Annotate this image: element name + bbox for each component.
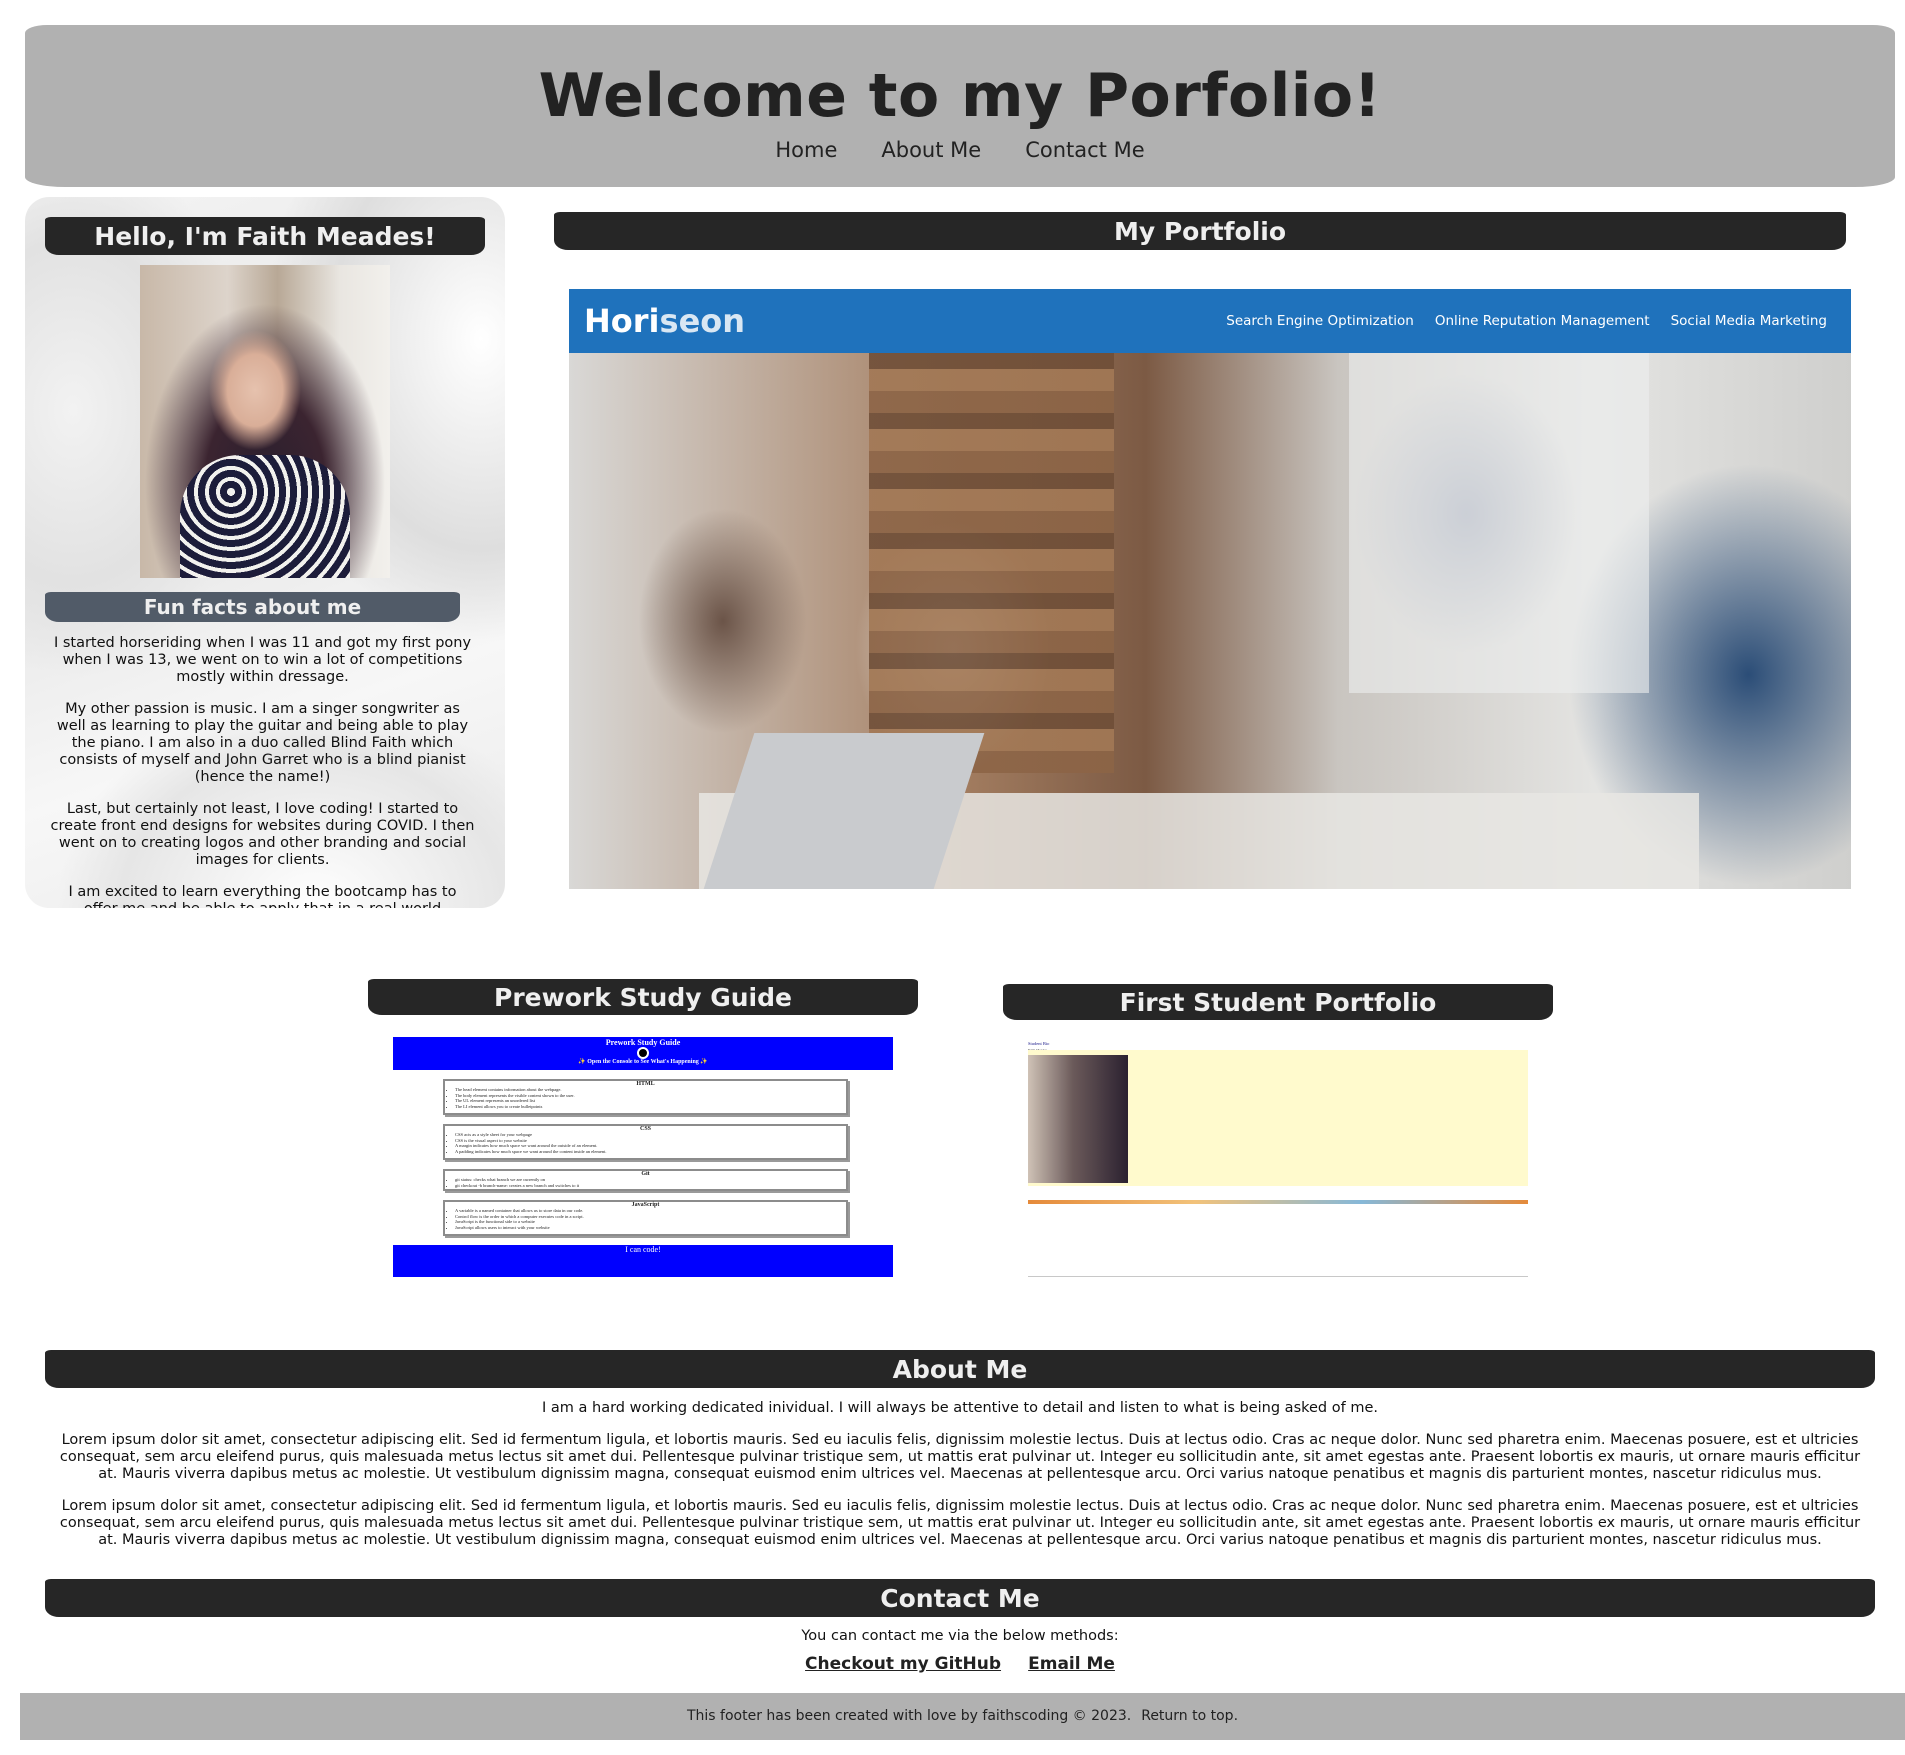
return-to-top-link[interactable]: Return to top.	[1141, 1708, 1238, 1724]
horiseon-nav: Search Engine Optimization Online Reputa…	[1226, 313, 1827, 329]
horiseon-nav-item: Social Media Marketing	[1670, 313, 1827, 329]
prework-section-css: CSS CSS acts as a style sheet for your w…	[443, 1124, 848, 1160]
horiseon-logo: Horiseon	[584, 302, 745, 340]
horiseon-logo-part: seon	[659, 302, 746, 340]
horiseon-nav-item: Online Reputation Management	[1434, 313, 1650, 329]
student-portfolio-screenshot[interactable]: Student Bio Faith Meades	[1028, 1040, 1528, 1278]
contact-heading: Contact Me	[45, 1579, 1875, 1617]
hello-heading: Hello, I'm Faith Meades!	[45, 217, 485, 255]
prework-item: A padding indicates how much space we wa…	[455, 1149, 846, 1155]
fun-fact-paragraph: My other passion is music. I am a singer…	[56, 701, 469, 785]
horiseon-project-screenshot[interactable]: Horiseon Search Engine Optimization Onli…	[569, 289, 1851, 889]
nav-link-about[interactable]: About Me	[881, 138, 981, 162]
about-paragraph: Lorem ipsum dolor sit amet, consectetur …	[59, 1432, 1861, 1482]
about-intro: I am a hard working dedicated inividual.…	[542, 1400, 1378, 1416]
prework-section-git: Git git status: checks what branch we ar…	[443, 1169, 848, 1191]
site-header: Welcome to my Porfolio! Home About Me Co…	[25, 25, 1895, 187]
fun-fact-paragraph: I am excited to learn everything the boo…	[68, 884, 457, 908]
fun-fact-paragraph: Last, but certainly not least, I love co…	[50, 801, 475, 868]
contact-intro: You can contact me via the below methods…	[801, 1628, 1119, 1644]
prework-shot-subtitle: ✨ Open the Console to See What's Happeni…	[578, 1059, 708, 1065]
footer-text: This footer has been created with love b…	[20, 1708, 1905, 1724]
contact-links: Checkout my GitHub Email Me	[0, 1654, 1905, 1674]
prework-shot-title: Prework Study Guide	[605, 1038, 681, 1047]
fun-facts-text: I started horseriding when I was 11 and …	[50, 635, 475, 908]
horiseon-logo-part: Hori	[584, 302, 660, 340]
prework-shot-header: Prework Study Guide ✨ Open the Console t…	[393, 1037, 893, 1070]
horiseon-header: Horiseon Search Engine Optimization Onli…	[569, 289, 1851, 353]
about-heading: About Me	[45, 1350, 1875, 1388]
student-shot-title: Student Bio	[1028, 1041, 1050, 1046]
portfolio-heading: My Portfolio	[554, 212, 1846, 250]
prework-section-html: HTML The head element contains informati…	[443, 1079, 848, 1115]
nav-link-contact[interactable]: Contact Me	[1025, 138, 1144, 162]
about-text: I am a hard working dedicated inividual.…	[50, 1400, 1870, 1564]
footer-credit: This footer has been created with love b…	[686, 1708, 1132, 1724]
profile-card: Hello, I'm Faith Meades! Fun facts about…	[25, 197, 505, 908]
divider	[1028, 1276, 1528, 1277]
hero-wood-wall	[869, 353, 1114, 773]
prework-section-javascript: JavaScript A variable is a named contain…	[443, 1200, 848, 1236]
page-title: Welcome to my Porfolio!	[538, 61, 1382, 131]
main-nav: Home About Me Contact Me	[25, 138, 1895, 162]
horiseon-hero-image	[569, 353, 1851, 889]
fun-fact-paragraph: I started horseriding when I was 11 and …	[53, 635, 472, 685]
prework-item: The LI element allows you to create bull…	[455, 1104, 846, 1110]
prework-item: git checkout -b branch-name: creates a n…	[455, 1183, 846, 1189]
github-link[interactable]: Checkout my GitHub	[805, 1654, 1001, 1674]
site-footer: This footer has been created with love b…	[20, 1693, 1905, 1740]
prework-item: JavaScript allows users to interact with…	[455, 1225, 846, 1231]
hero-whiteboard	[1349, 353, 1649, 693]
horiseon-nav-item: Search Engine Optimization	[1226, 313, 1414, 329]
student-shot-photo	[1028, 1055, 1128, 1183]
student-portfolio-heading: First Student Portfolio	[1003, 984, 1553, 1020]
prework-project-screenshot[interactable]: Prework Study Guide ✨ Open the Console t…	[393, 1037, 893, 1277]
nav-link-home[interactable]: Home	[775, 138, 837, 162]
prework-shot-footer: I can code!	[393, 1245, 893, 1277]
about-paragraph: Lorem ipsum dolor sit amet, consectetur …	[59, 1498, 1861, 1548]
prework-heading: Prework Study Guide	[368, 979, 918, 1015]
email-link[interactable]: Email Me	[1028, 1654, 1115, 1674]
profile-dot-icon	[637, 1047, 649, 1059]
profile-photo	[140, 265, 390, 578]
fun-facts-heading: Fun facts about me	[45, 592, 460, 622]
student-shot-strip	[1028, 1200, 1528, 1204]
